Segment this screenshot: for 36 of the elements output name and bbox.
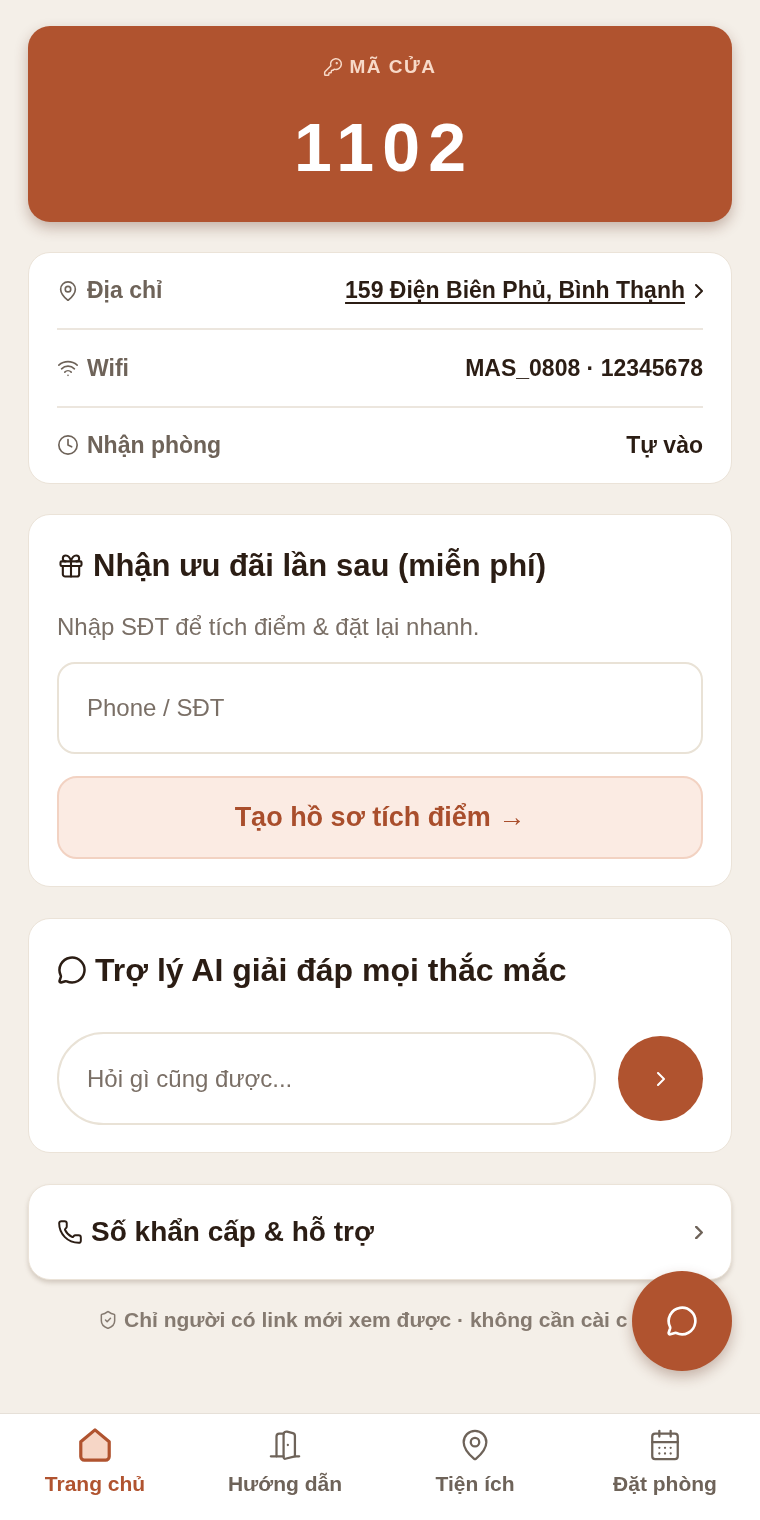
- chat-bubble-icon: [57, 955, 87, 985]
- emergency-contacts-row[interactable]: Số khẩn cấp & hỗ trợ: [28, 1184, 732, 1280]
- door-code-label: MÃ CỬA: [349, 55, 437, 79]
- nav-tab[interactable]: Trang chủ: [0, 1414, 190, 1520]
- phone-icon: [57, 1219, 83, 1245]
- door-code: 1102: [293, 113, 475, 181]
- loyalty-title: Nhận ưu đãi lần sau (miễn phí): [93, 548, 547, 584]
- assistant-title: Trợ lý AI giải đáp mọi thắc mắc: [95, 952, 567, 988]
- shield-check-icon: [98, 1309, 118, 1330]
- chat-fab[interactable]: [632, 1271, 732, 1371]
- info-value: MAS_0808 · 12345678: [465, 353, 703, 383]
- address-link[interactable]: 159 Điện Biên Phủ, Bình Thạnh: [345, 273, 703, 308]
- chevron-right-icon: [656, 1071, 665, 1086]
- key-icon: [323, 57, 344, 77]
- info-value: Tự vào: [626, 431, 703, 461]
- nav-tab[interactable]: Tiện ích: [380, 1414, 570, 1520]
- info-label: Nhận phòng: [87, 431, 222, 461]
- gift-icon: [57, 552, 85, 580]
- location-pin-icon: [57, 279, 79, 302]
- chat-bubble-icon: [666, 1305, 698, 1337]
- door-icon: [268, 1428, 302, 1463]
- emergency-label: Số khẩn cấp & hỗ trợ: [91, 1215, 374, 1249]
- chevron-right-icon: [695, 283, 703, 298]
- calendar-icon: [648, 1428, 682, 1463]
- question-field[interactable]: Hỏi gì cũng được...: [57, 1032, 596, 1125]
- chevron-right-icon: [695, 1225, 703, 1239]
- nav-tab[interactable]: Hướng dẫn: [190, 1414, 380, 1520]
- create-profile-button[interactable]: Tạo hồ sơ tích điểm →: [57, 776, 703, 859]
- privacy-note: Chỉ người có link mới xem được · không cần cài c: [124, 1307, 628, 1333]
- loyalty-subtitle: Nhập SĐT để tích điểm & đặt lại nhanh.: [57, 612, 481, 642]
- nav-tab[interactable]: Đặt phòng: [570, 1414, 760, 1520]
- phone-field[interactable]: Phone / SĐT: [57, 662, 703, 754]
- info-label: Wifi: [87, 353, 129, 383]
- clock-icon: [57, 434, 79, 457]
- info-label: Địa chỉ: [87, 276, 163, 306]
- home-icon: [79, 1428, 111, 1463]
